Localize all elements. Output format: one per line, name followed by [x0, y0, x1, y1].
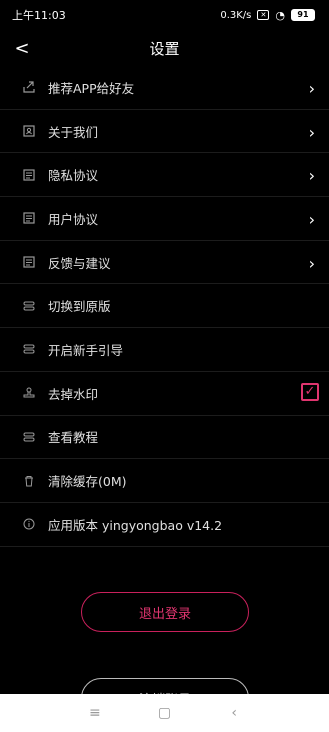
settings-row-label: 去掉水印	[48, 386, 99, 402]
page-title: 设置	[149, 39, 180, 58]
status-bar: 上午11:03 0.3K/s ✕ ◔ 91	[0, 0, 329, 30]
settings-row-label: 关于我们	[48, 124, 99, 140]
settings-row-label: 应用版本 yingyongbao v14.2	[48, 517, 223, 533]
home-icon[interactable]: ▢	[152, 705, 176, 721]
chevron-right-icon: ›	[308, 253, 315, 273]
chevron-right-icon: ›	[308, 166, 315, 186]
settings-row-label: 用户协议	[48, 211, 99, 227]
document-icon	[20, 166, 38, 184]
menu-icon[interactable]: ≡	[83, 705, 107, 721]
sim-x-icon: ✕	[257, 10, 270, 20]
settings-row-about[interactable]: 关于我们 ›	[0, 110, 329, 154]
settings-row-remove-watermark[interactable]: 去掉水印 ✓	[0, 372, 329, 416]
logout-button[interactable]: 退出登录	[81, 592, 249, 632]
system-nav-bar: ≡ ▢ ‹	[0, 694, 329, 732]
chevron-right-icon: ›	[308, 79, 315, 98]
network-speed: 0.3K/s	[220, 9, 252, 21]
settings-row-label: 清除缓存(0M)	[48, 474, 127, 490]
settings-row-clear-cache[interactable]: 清除缓存(0M)	[0, 459, 329, 503]
settings-row-user-agreement[interactable]: 用户协议 ›	[0, 197, 329, 241]
settings-row-label: 反馈与建议	[48, 255, 111, 271]
switch-icon	[20, 297, 38, 315]
settings-row-label: 查看教程	[48, 430, 99, 446]
settings-list: 推荐APP给好友 › 关于我们 › 隐私协议 › 用户协议 › 反馈与建议 › …	[0, 66, 329, 547]
settings-row-privacy[interactable]: 隐私协议 ›	[0, 153, 329, 198]
battery-icon: 91	[291, 9, 315, 21]
status-right: 0.3K/s ✕ ◔ 91	[220, 9, 315, 22]
document-icon	[20, 209, 38, 227]
settings-row-guide[interactable]: 开启新手引导	[0, 328, 329, 372]
document-icon	[20, 253, 38, 271]
chevron-right-icon: ›	[308, 122, 315, 142]
settings-row-label: 推荐APP给好友	[48, 80, 135, 96]
settings-row-feedback[interactable]: 反馈与建议 ›	[0, 241, 329, 285]
trash-icon	[20, 472, 38, 490]
settings-row-tutorial[interactable]: 查看教程	[0, 416, 329, 460]
settings-row-label: 开启新手引导	[48, 342, 124, 358]
info-icon	[20, 515, 38, 533]
watermark-checkbox[interactable]: ✓	[301, 382, 319, 401]
wifi-icon: ◔	[275, 8, 285, 22]
contact-card-icon	[20, 122, 38, 140]
settings-row-recommend[interactable]: 推荐APP给好友 ›	[0, 66, 329, 110]
stamp-icon	[20, 384, 38, 402]
back-nav-icon[interactable]: ‹	[222, 705, 246, 721]
chevron-right-icon: ›	[308, 210, 315, 230]
switch-icon	[20, 428, 38, 446]
settings-row-label: 切换到原版	[48, 299, 111, 315]
status-time: 上午11:03	[12, 9, 66, 22]
settings-row-switch-original[interactable]: 切换到原版	[0, 284, 329, 329]
settings-row-version: 应用版本 yingyongbao v14.2	[0, 503, 329, 547]
share-icon	[20, 78, 38, 96]
settings-row-label: 隐私协议	[48, 168, 99, 184]
switch-icon	[20, 340, 38, 358]
top-bar: < 设置	[0, 30, 329, 66]
back-icon[interactable]: <	[10, 34, 34, 62]
